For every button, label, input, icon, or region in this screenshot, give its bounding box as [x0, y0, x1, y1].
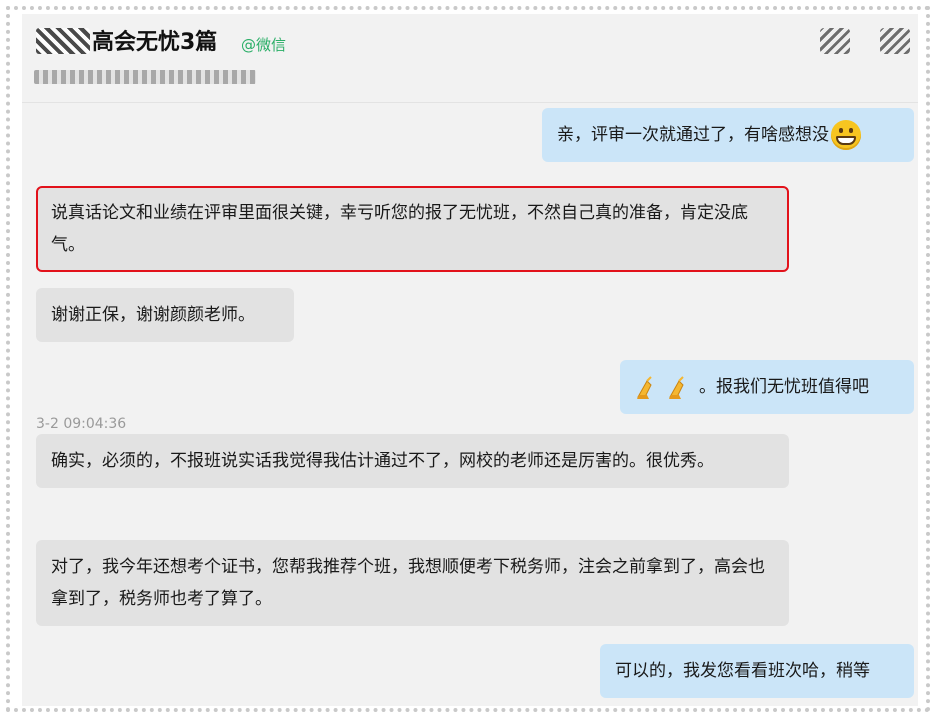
message-bubble-incoming: 确实，必须的，不报班说实话我觉得我估计通过不了，网校的老师还是厉害的。很优秀。 — [36, 434, 789, 488]
message-text: 确实，必须的，不报班说实话我觉得我估计通过不了，网校的老师还是厉害的。很优秀。 — [51, 451, 714, 471]
message-bubble-incoming-highlighted: 说真话论文和业绩在评审里面很关键，幸亏听您的报了无忧班，不然自己真的准备，肯定没… — [36, 186, 789, 272]
folded-hands-icon — [669, 376, 684, 399]
message-text: 谢谢正保，谢谢颜颜老师。 — [51, 305, 255, 325]
message-text: 可以的，我发您看看班次哈，稍等 — [615, 661, 870, 681]
chat-header: 高会无忧3篇 @微信 — [22, 14, 918, 103]
grinning-face-icon — [831, 120, 861, 150]
blurred-header-icon[interactable] — [820, 28, 850, 54]
blurred-title-prefix — [36, 28, 90, 54]
message-bubble-incoming: 对了，我今年还想考个证书，您帮我推荐个班，我想顺便考下税务师，注会之前拿到了，高… — [36, 540, 789, 626]
message-timestamp: 3-2 09:04:36 — [36, 416, 127, 432]
message-bubble-outgoing: 亲，评审一次就通过了，有啥感想没 — [542, 108, 914, 162]
message-text: 说真话论文和业绩在评审里面很关键，幸亏听您的报了无忧班，不然自己真的准备，肯定没… — [51, 203, 748, 255]
message-text: 。报我们无忧班值得吧 — [699, 377, 869, 397]
blurred-menu-icon[interactable] — [880, 28, 910, 54]
message-bubble-outgoing: 。报我们无忧班值得吧 — [620, 360, 914, 414]
folded-hands-icon — [637, 376, 652, 399]
blurred-subtitle — [34, 70, 256, 84]
chat-panel: 高会无忧3篇 @微信 亲，评审一次就通过了，有啥感想没 说真话论文和业绩在评审里… — [22, 14, 918, 706]
source-tag: @微信 — [241, 36, 287, 54]
message-text: 亲，评审一次就通过了，有啥感想没 — [557, 125, 829, 145]
message-bubble-incoming: 谢谢正保，谢谢颜颜老师。 — [36, 288, 294, 342]
chat-title: 高会无忧3篇 — [92, 30, 218, 55]
message-bubble-outgoing: 可以的，我发您看看班次哈，稍等 — [600, 644, 914, 698]
message-text: 对了，我今年还想考个证书，您帮我推荐个班，我想顺便考下税务师，注会之前拿到了，高… — [51, 557, 765, 609]
